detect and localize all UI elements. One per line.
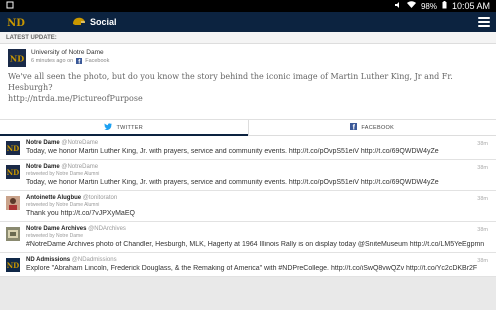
avatar: ND <box>6 258 20 272</box>
tweet-time: 38m <box>477 227 488 233</box>
helmet-icon <box>72 17 86 27</box>
clock: 10:05 AM <box>451 1 490 11</box>
tweet-time: 38m <box>477 165 488 171</box>
tweet-text: #NotreDame Archives photo of Chandler, H… <box>26 241 485 248</box>
tweet-handle: @NDadmissions <box>71 257 117 263</box>
tweet[interactable]: ND ND Admissions @NDadmissions Explore "… <box>0 253 496 277</box>
notification-icon <box>6 1 14 11</box>
tweet-author: Notre Dame <box>26 164 60 170</box>
svg-text:ND: ND <box>7 261 19 269</box>
tweet-time: 38m <box>477 196 488 202</box>
latest-update-card[interactable]: ND University of Notre Dame 6 minutes ag… <box>0 44 496 120</box>
svg-text:ND: ND <box>7 168 19 176</box>
tweet[interactable]: ND Notre Dame @NotreDame retweeted by No… <box>0 160 496 191</box>
facebook-icon: f <box>76 58 83 65</box>
retweet-label: retweeted by Notre Dame Alumni <box>26 202 100 208</box>
social-tabs: TWITTER f FACEBOOK <box>0 120 496 136</box>
post-time: 6 minutes ago on <box>31 58 74 64</box>
nd-logo-icon[interactable]: ND <box>6 15 26 29</box>
svg-text:ND: ND <box>7 18 25 28</box>
status-right: 98% 10:05 AM <box>394 1 490 11</box>
tweet-text: Today, we honor Martin Luther King, Jr. … <box>26 179 439 186</box>
tweet-author: Notre Dame <box>26 140 60 146</box>
avatar <box>6 196 20 210</box>
wifi-icon <box>406 1 416 11</box>
tweet-feed[interactable]: ND Notre Dame @NotreDame Today, we honor… <box>0 136 496 277</box>
battery-percent: 98% <box>420 1 437 11</box>
post-source: Facebook <box>85 58 110 64</box>
svg-text:ND: ND <box>7 144 19 152</box>
status-bar: 98% 10:05 AM <box>0 0 496 12</box>
tweet[interactable]: Antoinette Alugbue @tonitoraton retweete… <box>0 191 496 222</box>
tab-facebook[interactable]: f FACEBOOK <box>247 120 496 135</box>
avatar: ND <box>8 49 26 67</box>
battery-icon <box>442 1 447 11</box>
tab-twitter[interactable]: TWITTER <box>0 120 248 136</box>
avatar <box>6 227 20 241</box>
tweet-text: Thank you http://t.co/7vJPXyMaEQ <box>26 210 135 217</box>
avatar: ND <box>6 141 20 155</box>
latest-update-header: LATEST UPDATE: <box>0 32 496 44</box>
svg-text:ND: ND <box>10 54 24 64</box>
tweet[interactable]: Notre Dame Archives @NDArchives retweete… <box>0 222 496 253</box>
post-text-line: We've all seen the photo, but do you kno… <box>8 72 453 92</box>
app-title: Social <box>90 17 117 27</box>
author-name: University of Notre Dame <box>31 49 104 56</box>
svg-text:f: f <box>353 125 356 130</box>
retweet-label: retweeted by Notre Dame <box>26 233 83 239</box>
app-bar: ND Social <box>0 12 496 32</box>
status-left-icons <box>6 1 14 11</box>
retweet-label: retweeted by Notre Dame Alumni <box>26 171 100 177</box>
tweet-handle: @NotreDame <box>61 140 99 146</box>
post-link[interactable]: http://ntrda.me/PictureofPurpose <box>8 93 488 104</box>
tab-label: FACEBOOK <box>361 124 395 131</box>
tweet-author: Notre Dame Archives <box>26 226 87 232</box>
tweet-time: 38m <box>477 258 488 264</box>
tweet-author: Antoinette Alugbue <box>26 195 82 201</box>
tweet-time: 38m <box>477 141 488 147</box>
avatar: ND <box>6 165 20 179</box>
tweet[interactable]: ND Notre Dame @NotreDame Today, we honor… <box>0 136 496 160</box>
post-text: We've all seen the photo, but do you kno… <box>8 71 488 104</box>
facebook-icon: f <box>350 123 358 132</box>
tweet-text: Today, we honor Martin Luther King, Jr. … <box>26 148 439 155</box>
tweet-handle: @tonitoraton <box>82 195 118 201</box>
mute-icon <box>394 1 402 11</box>
tweet-author: ND Admissions <box>26 257 71 263</box>
menu-icon[interactable] <box>478 17 490 27</box>
tweet-text: Explore "Abraham Lincoln, Frederick Doug… <box>26 265 478 272</box>
svg-text:f: f <box>78 60 81 65</box>
tweet-handle: @NDArchives <box>88 226 126 232</box>
tweet-handle: @NotreDame <box>61 164 99 170</box>
twitter-bird-icon <box>104 123 113 132</box>
tab-label: TWITTER <box>116 124 144 131</box>
